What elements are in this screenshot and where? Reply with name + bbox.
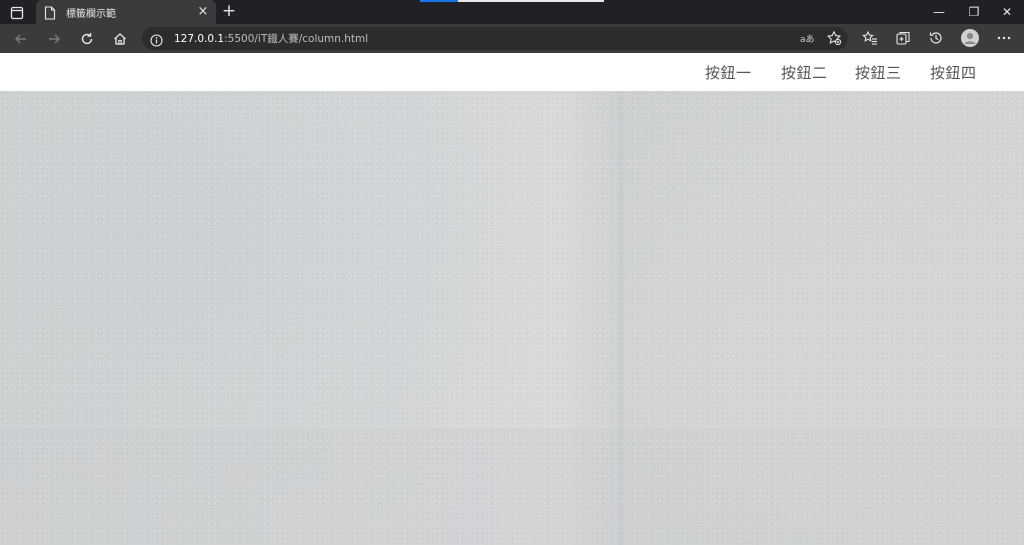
refresh-icon[interactable]	[77, 29, 97, 49]
favorites-icon[interactable]	[862, 30, 878, 46]
tab-title: 標籤欄示範	[66, 8, 116, 20]
browser-tab-active[interactable]: 標籤欄示範 ×	[36, 0, 216, 24]
new-tab-button[interactable]: +	[221, 3, 237, 20]
concrete-texture	[0, 91, 1024, 545]
hero-background-image	[0, 91, 1024, 545]
home-icon[interactable]	[110, 29, 130, 49]
nav-button-4[interactable]: 按鈕四	[930, 62, 977, 83]
document-icon	[44, 5, 56, 20]
tab-strip: 標籤欄示範 × + — ❐ ✕	[0, 0, 1024, 24]
tab-close-icon[interactable]: ×	[196, 5, 210, 19]
restore-button[interactable]: ❐	[957, 0, 991, 24]
back-icon[interactable]	[11, 29, 31, 49]
forward-icon[interactable]	[44, 29, 64, 49]
collections-icon[interactable]	[895, 30, 911, 46]
url-text: 127.0.0.1:5500/iT鐵人賽/column.html	[174, 31, 368, 46]
tab-strip-highlight	[458, 0, 604, 2]
url-path: :5500/iT鐵人賽/column.html	[224, 33, 369, 45]
tab-actions-icon[interactable]	[10, 5, 24, 20]
nav-button-2[interactable]: 按鈕二	[781, 62, 828, 83]
history-icon[interactable]	[928, 30, 944, 46]
profile-avatar-icon[interactable]	[961, 29, 979, 47]
nav-button-3[interactable]: 按鈕三	[855, 62, 902, 83]
address-bar[interactable]: 127.0.0.1:5500/iT鐵人賽/column.html aあ	[142, 27, 848, 50]
url-host: 127.0.0.1	[174, 33, 225, 45]
page-nav-bar: 按鈕一 按鈕二 按鈕三 按鈕四	[0, 53, 1024, 91]
nav-button-1[interactable]: 按鈕一	[705, 62, 752, 83]
site-info-icon[interactable]	[150, 32, 163, 47]
close-window-button[interactable]: ✕	[990, 0, 1024, 24]
add-favorite-icon[interactable]	[826, 30, 842, 46]
tab-strip-accent	[420, 0, 458, 2]
read-aloud-icon[interactable]: aあ	[800, 32, 815, 45]
minimize-button[interactable]: —	[922, 0, 956, 24]
more-options-icon[interactable]	[996, 30, 1012, 46]
